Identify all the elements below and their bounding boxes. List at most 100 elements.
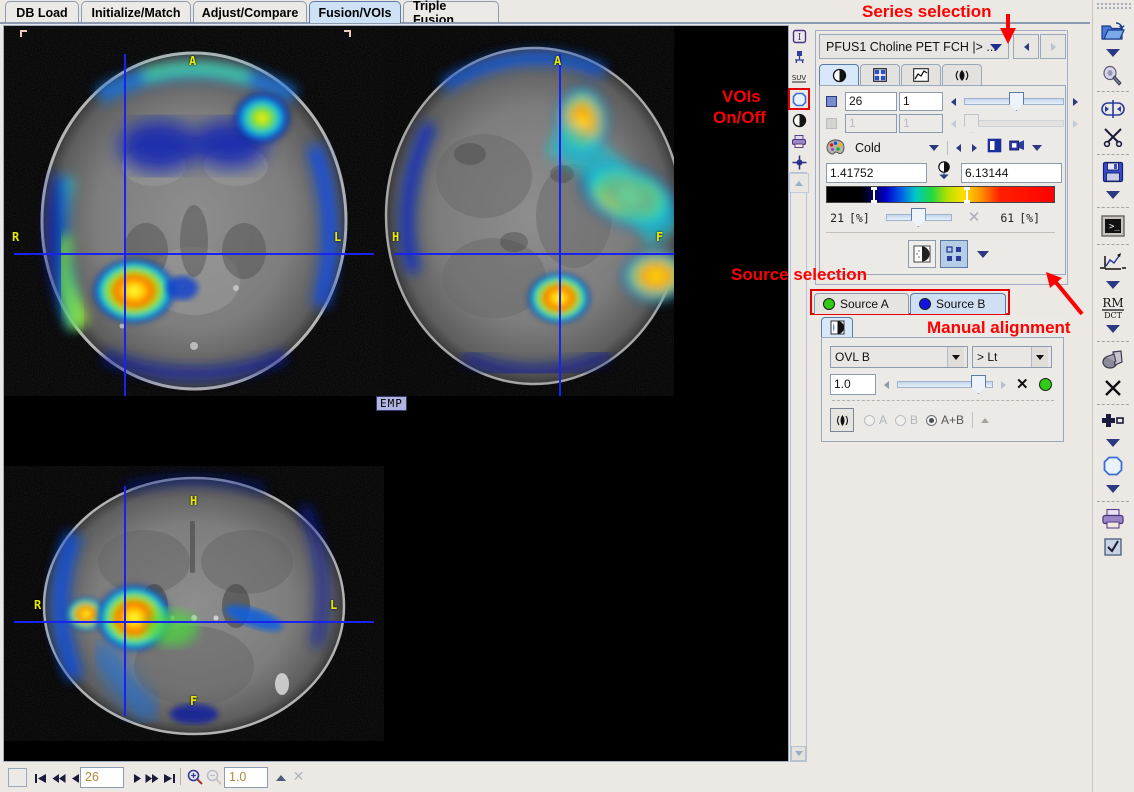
- probe-icon[interactable]: [789, 47, 809, 67]
- tab-contrast[interactable]: [819, 64, 859, 85]
- threshold-mode-icon[interactable]: [936, 161, 952, 184]
- dropdown-arrow-icon[interactable]: [1093, 320, 1133, 338]
- transparency-button[interactable]: [908, 240, 936, 268]
- alignment-status-dot[interactable]: [1038, 378, 1052, 391]
- crosshair-horizontal[interactable]: [394, 253, 674, 255]
- dropdown-arrow-icon[interactable]: [1093, 276, 1133, 294]
- slice-slider[interactable]: [964, 92, 1064, 111]
- colortable-prev-icon[interactable]: [955, 144, 961, 152]
- volume-render-icon[interactable]: [1093, 345, 1133, 375]
- checkbox-icon[interactable]: [1093, 533, 1133, 561]
- dropdown-arrow-icon[interactable]: [1093, 186, 1133, 204]
- image-viewport[interactable]: A P R L: [3, 25, 789, 762]
- contrast-icon[interactable]: [789, 110, 809, 130]
- scroll-down-button[interactable]: [791, 746, 806, 761]
- rm-label-icon[interactable]: RM DCT: [1093, 294, 1133, 320]
- colortable-next-icon[interactable]: [971, 144, 977, 152]
- collapse-up-icon[interactable]: [789, 173, 809, 193]
- min-value-input[interactable]: 1.41752: [826, 162, 927, 183]
- colortable-name[interactable]: Cold: [855, 141, 881, 155]
- slider-thumb[interactable]: [910, 208, 926, 227]
- alignment-tab[interactable]: [821, 317, 853, 337]
- last-slice-button[interactable]: [161, 768, 178, 788]
- tab-triple-fusion[interactable]: Triple Fusion: [403, 0, 499, 27]
- terminal-icon[interactable]: >_: [1093, 211, 1133, 241]
- tab-adjust-compare[interactable]: Adjust/Compare: [193, 1, 307, 23]
- tab-db-load[interactable]: DB Load: [5, 1, 79, 23]
- fast-next-button[interactable]: [143, 768, 160, 788]
- crosshair-vertical[interactable]: [124, 54, 126, 396]
- coronal-crosshair-horizontal[interactable]: [14, 621, 374, 623]
- slider-thumb[interactable]: [971, 375, 986, 394]
- crosshair-horizontal[interactable]: [14, 253, 374, 255]
- invert-colortable-button[interactable]: [987, 138, 1002, 158]
- dropdown-arrow-icon[interactable]: [1093, 44, 1133, 62]
- radio-ab[interactable]: [926, 414, 938, 426]
- dropdown-arrow-icon[interactable]: [1093, 434, 1133, 452]
- crosshair-vertical[interactable]: [559, 54, 561, 396]
- first-slice-button[interactable]: [32, 768, 49, 788]
- close-icon[interactable]: ✕: [290, 766, 307, 786]
- zoom-in-icon[interactable]: [186, 767, 203, 787]
- tab-source-a[interactable]: Source A: [814, 293, 909, 314]
- tab-chart[interactable]: [901, 64, 941, 85]
- colortable-more-icon[interactable]: [1031, 145, 1042, 151]
- alignment-prev-icon[interactable]: [884, 380, 889, 389]
- flip-icon[interactable]: [1093, 95, 1133, 123]
- vois-display-button[interactable]: [940, 240, 968, 268]
- plot-icon[interactable]: [1093, 248, 1133, 276]
- colortable-dropdown-icon[interactable]: [928, 145, 939, 151]
- open-folder-icon[interactable]: [1093, 18, 1133, 44]
- chevron-down-icon[interactable]: [947, 347, 964, 367]
- alignment-apply-button[interactable]: [830, 408, 854, 432]
- alignment-next-icon[interactable]: [1001, 380, 1006, 389]
- coronal-crosshair-vertical[interactable]: [124, 486, 126, 716]
- palette-icon[interactable]: [826, 139, 845, 157]
- slice-next-icon[interactable]: [1073, 97, 1078, 106]
- threshold-slider[interactable]: [885, 208, 952, 227]
- slice-prev-icon[interactable]: [951, 97, 956, 106]
- paint-icon[interactable]: [1093, 62, 1133, 88]
- save-disk-icon[interactable]: [1093, 158, 1133, 186]
- sagittal-view[interactable]: A P H F: [384, 26, 674, 396]
- tab-fusion-vois[interactable]: Fusion/VOIs: [309, 1, 401, 23]
- tab-source-b[interactable]: Source B: [910, 293, 1006, 314]
- printer-icon[interactable]: [1093, 505, 1133, 533]
- series-dropdown[interactable]: PFUS1 Choline PET FCH |> ...: [819, 34, 1009, 59]
- chevron-down-icon[interactable]: [1031, 347, 1048, 367]
- emp-marker[interactable]: EMP: [376, 396, 407, 411]
- colorbar-lower-marker[interactable]: [871, 187, 877, 203]
- colorbar[interactable]: [826, 186, 1055, 203]
- zoom-reset-icon[interactable]: [272, 768, 289, 788]
- alignment-reset-icon[interactable]: ✕: [1016, 377, 1029, 392]
- series-color-chip[interactable]: [826, 96, 837, 107]
- series-next-button[interactable]: [1040, 34, 1066, 59]
- alignment-value-input[interactable]: 1.0: [830, 374, 876, 395]
- zoom-value-input[interactable]: 1.0: [224, 767, 268, 788]
- toolbar-drag-handle[interactable]: [1096, 2, 1132, 10]
- tab-initialize-match[interactable]: Initialize/Match: [81, 1, 191, 23]
- dropdown-arrow-icon[interactable]: [1093, 480, 1133, 498]
- direction-dropdown[interactable]: > Lt: [972, 346, 1052, 368]
- radio-b[interactable]: [895, 414, 907, 426]
- suv-icon[interactable]: SUV: [789, 68, 809, 88]
- image-vertical-scrollbar[interactable]: [790, 172, 807, 762]
- clear-threshold-icon[interactable]: ✕: [968, 210, 981, 225]
- fast-prev-button[interactable]: [50, 768, 67, 788]
- add-vessel-icon[interactable]: [1093, 408, 1133, 434]
- slider-thumb[interactable]: [1009, 92, 1024, 111]
- transverse-view[interactable]: A P R L: [4, 26, 384, 396]
- alignment-slider[interactable]: [897, 375, 993, 394]
- close-x-icon[interactable]: [1093, 375, 1133, 401]
- vois-toggle-icon[interactable]: [788, 88, 810, 110]
- tab-layout[interactable]: [860, 64, 900, 85]
- crosshair-icon[interactable]: [789, 152, 809, 172]
- scissors-icon[interactable]: [1093, 123, 1133, 151]
- overlay-more-icon[interactable]: [977, 250, 989, 258]
- overlay-mode-dropdown[interactable]: OVL B: [830, 346, 968, 368]
- copy-colortable-button[interactable]: [1008, 138, 1025, 158]
- colorbar-upper-marker[interactable]: [964, 187, 970, 203]
- tab-filter[interactable]: [942, 64, 982, 85]
- slice-number-input[interactable]: 26: [80, 767, 124, 788]
- printer-icon[interactable]: [789, 131, 809, 151]
